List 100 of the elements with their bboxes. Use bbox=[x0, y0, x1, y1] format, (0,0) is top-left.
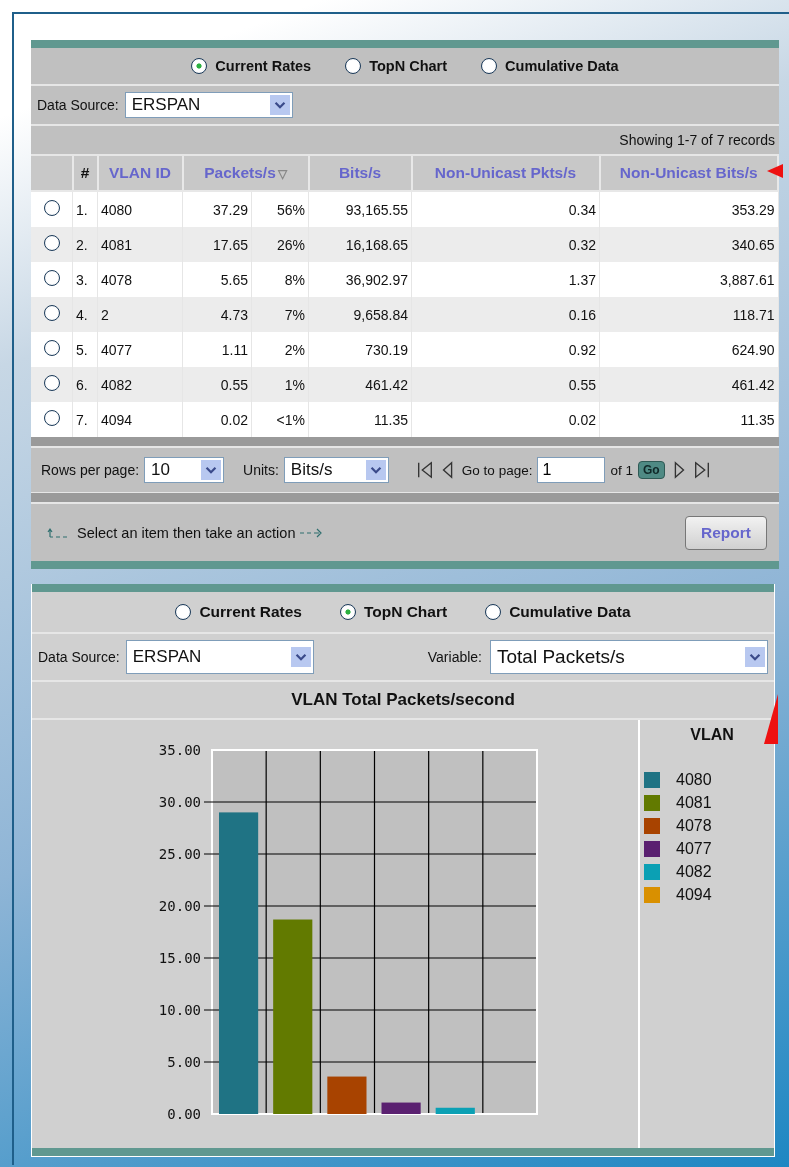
table-cell: 5.65 bbox=[220, 271, 248, 288]
table-cell: 11.35 bbox=[374, 411, 408, 428]
radio-label[interactable]: TopN Chart bbox=[363, 603, 448, 621]
data-source-dropdown[interactable]: ERSPAN bbox=[124, 92, 293, 118]
radio-label[interactable]: Cumulative Data bbox=[505, 58, 619, 74]
radio-button[interactable] bbox=[345, 58, 362, 74]
row-radio[interactable] bbox=[43, 235, 60, 251]
table-cell: 17.65 bbox=[212, 236, 248, 253]
table-cell: 2. bbox=[76, 236, 88, 253]
table-cell: 0.16 bbox=[568, 306, 596, 323]
table-cell: 9,658.84 bbox=[353, 306, 408, 323]
row-radio[interactable] bbox=[43, 305, 60, 321]
axis-tick-label: 0.00 bbox=[167, 1106, 201, 1122]
table-cell: 0.34 bbox=[568, 201, 596, 218]
table-cell: 4077 bbox=[101, 341, 133, 358]
row-radio[interactable] bbox=[43, 375, 60, 391]
table-cell: 6. bbox=[76, 376, 88, 393]
legend-label: 4081 bbox=[676, 793, 712, 812]
radio-button[interactable] bbox=[485, 604, 502, 620]
pointer-arrow-icon bbox=[764, 694, 778, 744]
table-cell: 118.71 bbox=[732, 306, 775, 323]
table-cell: 4.73 bbox=[220, 306, 248, 323]
action-hint: Select an item then take an action bbox=[77, 524, 296, 541]
units-label: Units: bbox=[243, 462, 279, 478]
right-arrow-icon bbox=[299, 526, 324, 539]
table-cell: 56% bbox=[276, 201, 305, 218]
first-page-icon[interactable] bbox=[415, 460, 434, 480]
page-total: of 1 bbox=[610, 462, 633, 478]
chevron-icon bbox=[201, 460, 222, 480]
axis-tick-label: 35.00 bbox=[158, 742, 201, 758]
table-cell: 624.90 bbox=[731, 341, 775, 358]
table-cell: 4082 bbox=[101, 376, 133, 393]
table-cell: 1. bbox=[76, 201, 88, 218]
page-input[interactable]: 1 bbox=[537, 457, 606, 483]
units-dropdown[interactable]: Bits/s bbox=[283, 457, 389, 483]
variable-dropdown[interactable]: Total Packets/s bbox=[490, 640, 768, 674]
radio-button[interactable] bbox=[175, 604, 192, 620]
table-cell: 3. bbox=[76, 271, 88, 288]
radio-button[interactable] bbox=[481, 58, 498, 74]
row-radio[interactable] bbox=[43, 270, 60, 286]
table-cell: 11.35 bbox=[740, 411, 775, 428]
record-count: Showing 1-7 of 7 records bbox=[619, 132, 775, 148]
legend-title: VLAN bbox=[690, 726, 734, 744]
rows-per-page-label: Rows per page: bbox=[41, 462, 140, 478]
row-radio[interactable] bbox=[43, 410, 60, 426]
table-cell: 37.29 bbox=[212, 201, 248, 218]
last-page-icon[interactable] bbox=[692, 460, 711, 480]
table-cell: 0.55 bbox=[220, 376, 248, 393]
table-cell: 3,887.61 bbox=[720, 271, 775, 288]
legend-label: 4094 bbox=[676, 885, 712, 904]
row-radio[interactable] bbox=[43, 200, 60, 216]
table-cell: 0.92 bbox=[568, 341, 596, 358]
column-header: # bbox=[80, 164, 90, 181]
radio-button[interactable] bbox=[191, 58, 208, 74]
table-cell: 0.55 bbox=[568, 376, 596, 393]
axis-tick-label: 10.00 bbox=[158, 1002, 201, 1018]
variable-label: Variable: bbox=[427, 649, 482, 665]
axis-tick-label: 5.00 bbox=[167, 1054, 201, 1070]
table-cell: 0.32 bbox=[568, 236, 596, 253]
table-cell: 4080 bbox=[101, 201, 133, 218]
radio-label[interactable]: Cumulative Data bbox=[509, 603, 631, 621]
table-cell: 0.02 bbox=[220, 411, 248, 428]
axis-tick-label: 25.00 bbox=[158, 846, 201, 862]
radio-button[interactable] bbox=[339, 604, 356, 620]
table-cell: <1% bbox=[276, 411, 305, 428]
table-cell: 1.11 bbox=[221, 341, 248, 358]
chart-title: VLAN Total Packets/second bbox=[291, 690, 515, 710]
table-cell: 93,165.55 bbox=[345, 201, 408, 218]
table-cell: 7. bbox=[76, 411, 88, 428]
go-button[interactable]: Go bbox=[637, 461, 665, 479]
report-button[interactable]: Report bbox=[685, 515, 767, 550]
legend-label: 4078 bbox=[676, 816, 712, 835]
table-cell: 7% bbox=[284, 306, 305, 323]
table-cell: 16,168.65 bbox=[345, 236, 408, 253]
rows-per-page-dropdown[interactable]: 10 bbox=[144, 457, 225, 483]
radio-label[interactable]: Current Rates bbox=[215, 58, 312, 74]
table-cell: 2 bbox=[101, 306, 109, 323]
table-cell: 4. bbox=[76, 306, 88, 323]
table-cell: 5. bbox=[76, 341, 88, 358]
axis-tick-label: 15.00 bbox=[158, 950, 201, 966]
sort-indicator: ▽ bbox=[277, 167, 287, 181]
table-cell: 1% bbox=[284, 376, 305, 393]
table-cell: 2% bbox=[284, 341, 305, 358]
axis-tick-label: 20.00 bbox=[158, 898, 201, 914]
chevron-icon bbox=[365, 460, 386, 480]
table-cell: 1.37 bbox=[568, 271, 596, 288]
table-cell: 353.29 bbox=[731, 201, 775, 218]
axis-tick-label: 30.00 bbox=[158, 794, 201, 810]
legend-label: 4082 bbox=[676, 862, 712, 881]
table-cell: 26% bbox=[276, 236, 305, 253]
go-to-page-label: Go to page: bbox=[461, 462, 533, 478]
table-cell: 36,902.97 bbox=[345, 271, 408, 288]
radio-label[interactable]: TopN Chart bbox=[369, 58, 448, 74]
table-cell: 461.42 bbox=[365, 376, 408, 393]
row-radio[interactable] bbox=[43, 340, 60, 356]
data-source-dropdown[interactable]: ERSPAN bbox=[125, 640, 314, 674]
table-cell: 340.65 bbox=[731, 236, 775, 253]
radio-label[interactable]: Current Rates bbox=[199, 603, 302, 621]
table-cell: 4094 bbox=[101, 411, 133, 428]
table-cell: 0.02 bbox=[568, 411, 596, 428]
